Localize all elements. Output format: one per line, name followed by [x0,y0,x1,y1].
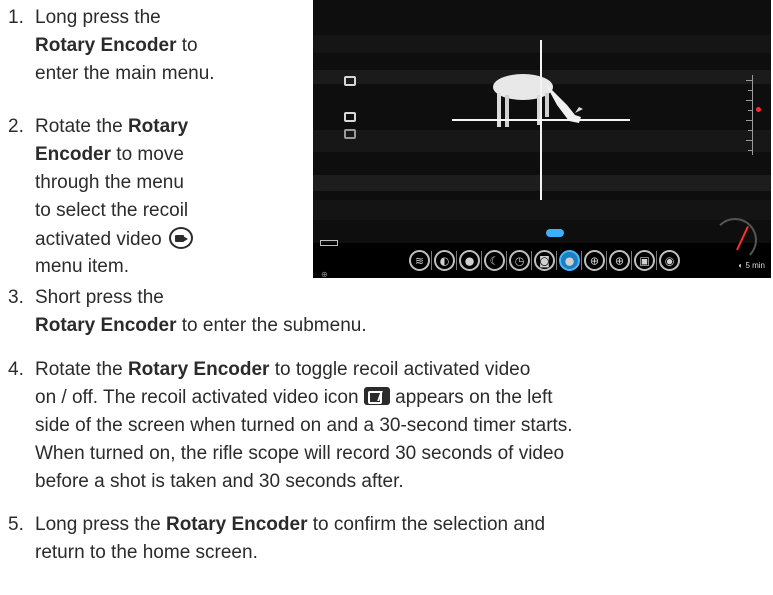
step-text-line: through the menu [35,172,184,193]
recoil-video-toggle [546,229,564,237]
menu-separator [631,251,632,270]
menu-separator [506,251,507,270]
camera-menu-icon: ◙ [534,250,555,271]
battery-icon [320,240,338,246]
menu-separator [606,251,607,270]
night-mode-menu-icon: ☾ [484,250,505,271]
deer-thermal-image [493,74,583,127]
step-text-line: When turned on, the rifle scope will rec… [35,443,565,464]
menu-separator [581,251,582,270]
step-text-line: on / off. The recoil activated video ico… [35,387,553,408]
standby-timer: ◐ 5 min [738,261,765,270]
step-text-line: return to the home screen. [35,542,258,563]
recording-indicator [756,107,761,112]
step-text-line: activated video [35,227,194,252]
step-text-line: Long press the Rotary Encoder to confirm… [35,514,546,535]
recoil-video-square-icon [363,387,390,405]
step-text-line: Rotate the Rotary [35,116,189,137]
step-number: 2. [8,116,24,137]
zeroing-menu-icon: ⊕ [584,250,605,271]
recoil-video-menu-icon: ● [559,250,580,271]
menu-separator [456,251,457,270]
step-text-line: to select the recoil [35,200,189,221]
picture-mode-icon [344,76,356,86]
scope-screenshot: ⊕ ≋ ◐ ● ☾ ◷ ◙ ● ⊕ ⊕ ▣ ◉ ◐ 5 min [313,0,771,278]
step-text-line: Short press the [35,287,164,308]
settings-menu-icon: ◉ [659,250,680,271]
step-text-line: before a shot is taken and 30 seconds af… [35,471,404,492]
reticle-mode-icon: ⊕ [321,270,328,278]
timer-menu-icon: ◷ [509,250,530,271]
compass-menu-icon: ◐ [434,250,455,271]
step-text-line: Rotary Encoder to [35,35,198,56]
step-number: 1. [8,7,24,28]
zoom-gauge [713,218,757,262]
menu-separator [531,251,532,270]
recoil-video-round-icon [169,227,194,249]
step-number: 5. [8,514,24,535]
reticle-menu-icon: ⊕ [609,250,630,271]
step-text-line: side of the screen when turned on and a … [35,415,573,436]
recoil-video-status-icon [344,129,356,139]
step-text-line: Encoder to move [35,144,184,165]
step-text-line: Long press the [35,7,161,28]
menu-separator [431,251,432,270]
step-text-line: Rotary Encoder to enter the submenu. [35,315,367,336]
step-text-line: menu item. [35,256,129,277]
elevation-ruler [743,75,753,155]
step-number: 3. [8,287,24,308]
step-text-line: Rotate the Rotary Encoder to toggle reco… [35,359,531,380]
thermal-band [313,200,771,220]
wifi-menu-icon: ≋ [409,250,430,271]
step-text-line: enter the main menu. [35,63,215,84]
thermal-band [313,35,771,53]
thermal-band [313,175,771,191]
menu-separator [656,251,657,270]
step-number: 4. [8,359,24,380]
crosshair-horizontal [452,119,630,121]
menu-separator [481,251,482,270]
menu-separator [556,251,557,270]
video-off-icon [344,112,356,122]
gallery-menu-icon: ▣ [634,250,655,271]
microphone-menu-icon: ● [459,250,480,271]
